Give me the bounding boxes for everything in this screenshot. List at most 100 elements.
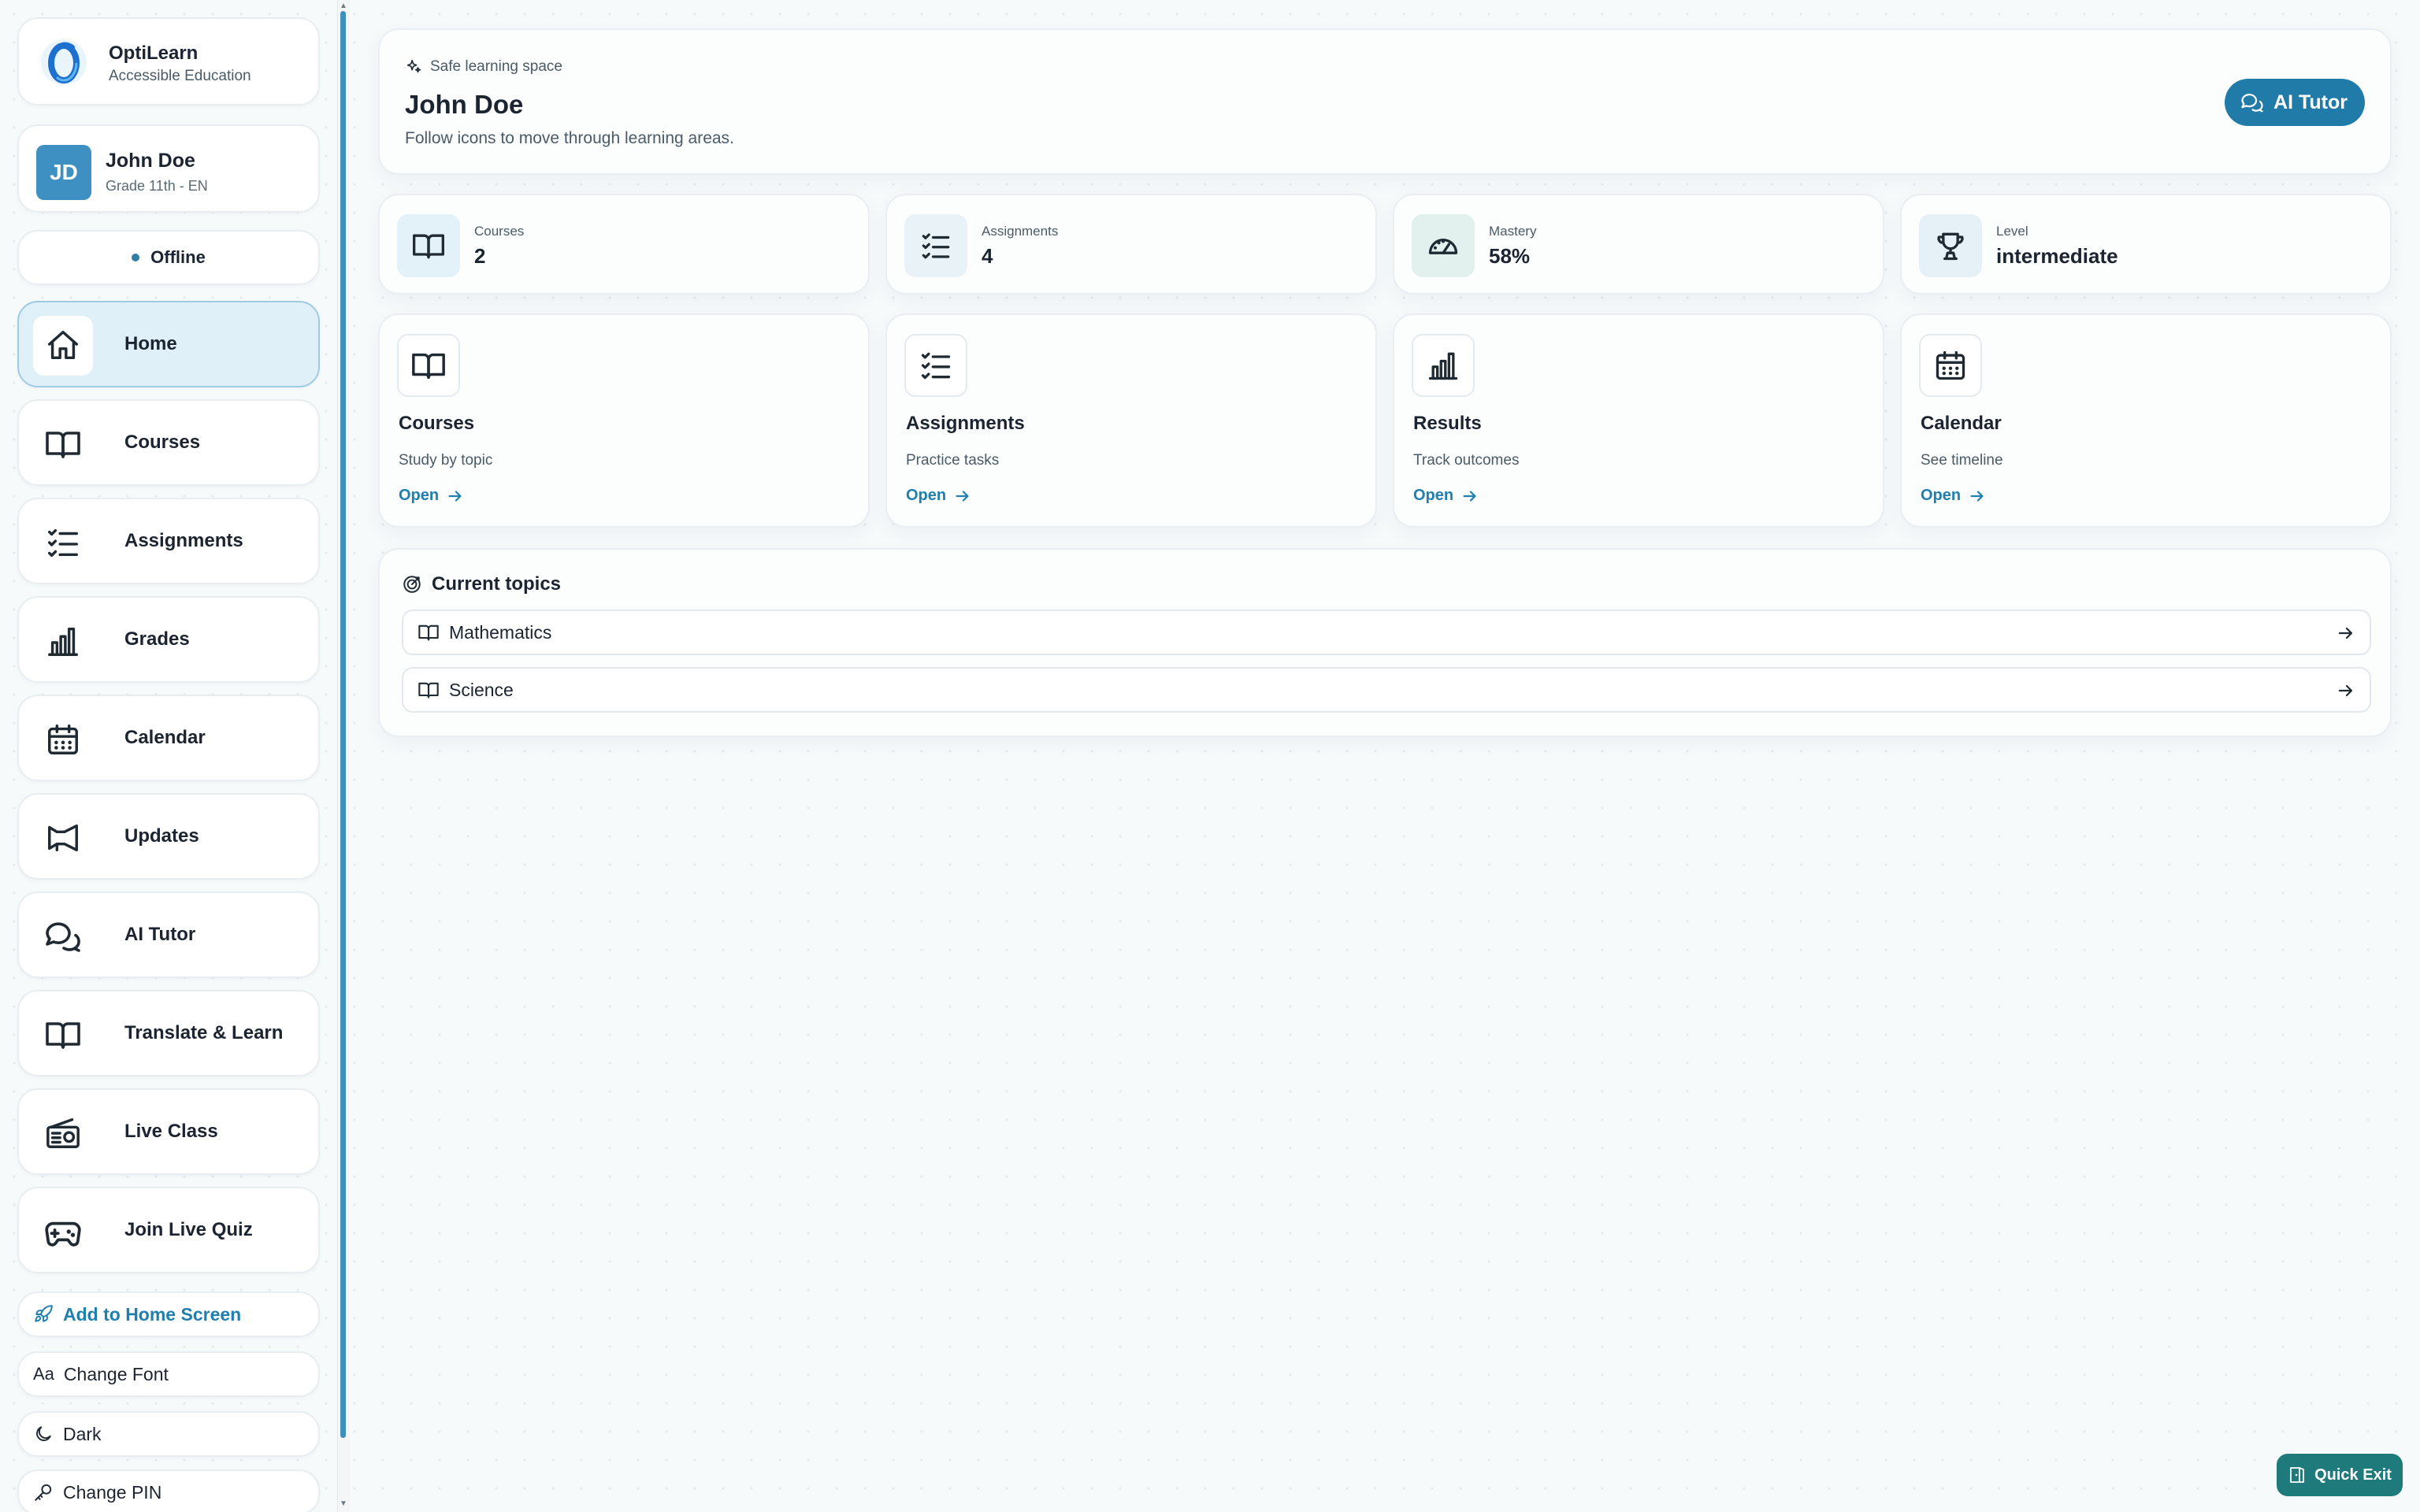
optilearn-logo-icon: [39, 38, 88, 87]
target-icon: [402, 574, 422, 595]
brand-card[interactable]: OptiLearn Accessible Education: [17, 17, 320, 106]
tile-title: Courses: [399, 413, 475, 434]
current-topics-title: Current topics: [432, 573, 562, 595]
change-pin-label: Change PIN: [63, 1481, 162, 1503]
change-font-label: Change Font: [63, 1363, 169, 1384]
avatar: JD: [36, 145, 91, 200]
arrow-right-icon: [2336, 681, 2355, 700]
current-topics-heading: Current topics: [402, 573, 561, 595]
bar-chart-icon: [33, 611, 93, 671]
checklist-icon: [33, 513, 93, 573]
scroll-down-arrow-icon[interactable]: ▼: [338, 1499, 349, 1509]
tile-courses[interactable]: Courses Study by topic Open: [378, 313, 870, 528]
arrow-right-icon: [1461, 487, 1479, 505]
sidebar-item-label: Updates: [124, 825, 199, 847]
sidebar-item-label: Live Class: [124, 1121, 218, 1142]
status-dot-icon: [132, 254, 140, 261]
chat-bubbles-icon: [33, 906, 93, 966]
change-pin-button[interactable]: Change PIN: [17, 1469, 320, 1512]
quick-exit-button[interactable]: Quick Exit: [2277, 1454, 2403, 1496]
arrow-right-icon: [1969, 487, 1986, 505]
arrow-right-icon: [447, 487, 464, 505]
trophy-icon: [1919, 214, 1982, 277]
tile-calendar[interactable]: Calendar See timeline Open: [1900, 313, 2392, 528]
sidebar: OptiLearn Accessible Education JD John D…: [0, 0, 343, 1512]
megaphone-icon: [33, 808, 93, 868]
tile-open-link[interactable]: Open: [399, 487, 464, 505]
stat-value: 4: [982, 244, 993, 268]
sidebar-item-grades[interactable]: Grades: [17, 596, 320, 683]
tile-description: See timeline: [1921, 452, 2003, 469]
calendar-icon: [1919, 334, 1982, 397]
tile-results[interactable]: Results Track outcomes Open: [1393, 313, 1884, 528]
stat-card-assignments: Assignments 4: [885, 194, 1377, 295]
sidebar-item-ai-tutor[interactable]: AI Tutor: [17, 891, 320, 978]
current-topics-panel: Current topics Mathematics Science: [378, 548, 2392, 737]
gamepad-icon: [33, 1202, 93, 1262]
sidebar-item-label: Calendar: [124, 727, 206, 748]
sidebar-item-label: Translate & Learn: [124, 1022, 284, 1043]
gauge-icon: [1412, 214, 1475, 277]
tile-title: Results: [1413, 413, 1482, 434]
moon-icon: [33, 1424, 54, 1444]
book-icon: [397, 214, 460, 277]
tile-open-link[interactable]: Open: [1413, 487, 1479, 505]
sidebar-item-translate-learn[interactable]: Translate & Learn: [17, 990, 320, 1077]
book-icon: [33, 414, 93, 474]
topic-name: Science: [449, 679, 514, 700]
theme-toggle-button[interactable]: Dark: [17, 1411, 320, 1457]
page-title: John Doe: [405, 90, 524, 119]
sidebar-item-label: Join Live Quiz: [124, 1219, 253, 1240]
open-label: Open: [1921, 487, 1962, 504]
radio-icon: [33, 1103, 93, 1163]
quick-exit-label: Quick Exit: [2314, 1466, 2392, 1484]
theme-label: Dark: [63, 1423, 102, 1444]
sidebar-item-courses[interactable]: Courses: [17, 399, 320, 486]
tile-assignments[interactable]: Assignments Practice tasks Open: [885, 313, 1377, 528]
status-label: Offline: [150, 247, 206, 267]
change-font-button[interactable]: Aa Change Font: [17, 1351, 320, 1397]
sidebar-item-updates[interactable]: Updates: [17, 793, 320, 880]
welcome-header: Safe learning space John Doe Follow icon…: [378, 28, 2392, 175]
sidebar-item-join-live-quiz[interactable]: Join Live Quiz: [17, 1187, 320, 1273]
stat-value: 2: [474, 244, 486, 268]
arrow-right-icon: [954, 487, 971, 505]
sidebar-item-calendar[interactable]: Calendar: [17, 695, 320, 781]
tile-open-link[interactable]: Open: [1921, 487, 1986, 505]
stat-label: Level: [1996, 224, 2028, 239]
sidebar-item-label: Home: [124, 333, 177, 354]
sparkle-icon: [405, 58, 422, 76]
sidebar-item-live-class[interactable]: Live Class: [17, 1088, 320, 1175]
ai-tutor-button-label: AI Tutor: [2273, 91, 2348, 113]
book-icon: [418, 621, 440, 643]
stat-value: 58%: [1489, 244, 1531, 268]
tile-description: Track outcomes: [1413, 452, 1520, 469]
page-description: Follow icons to move through learning ar…: [405, 129, 734, 147]
stat-label: Mastery: [1489, 224, 1537, 239]
tile-open-link[interactable]: Open: [906, 487, 971, 505]
topic-row-science[interactable]: Science: [402, 667, 2371, 713]
stat-card-courses: Courses 2: [378, 194, 870, 295]
open-label: Open: [1413, 487, 1454, 504]
topic-row-mathematics[interactable]: Mathematics: [402, 610, 2371, 655]
add-to-home-screen-button[interactable]: Add to Home Screen: [17, 1292, 320, 1337]
key-icon: [33, 1482, 54, 1503]
rocket-icon: [33, 1304, 54, 1325]
eyebrow-label: Safe learning space: [430, 58, 562, 75]
bar-chart-icon: [1412, 334, 1475, 397]
connection-status: Offline: [17, 230, 320, 285]
scroll-up-arrow-icon[interactable]: ▲: [338, 2, 349, 11]
sidebar-scrollbar-thumb[interactable]: [340, 11, 346, 1438]
tile-title: Assignments: [906, 413, 1025, 434]
safe-space-eyebrow: Safe learning space: [405, 58, 562, 76]
tile-description: Practice tasks: [906, 452, 1000, 469]
stat-label: Courses: [474, 224, 525, 239]
profile-name: John Doe: [106, 150, 195, 172]
open-label: Open: [399, 487, 440, 504]
ai-tutor-button[interactable]: AI Tutor: [2225, 79, 2365, 126]
topic-name: Mathematics: [449, 621, 552, 643]
sidebar-item-assignments[interactable]: Assignments: [17, 498, 320, 584]
profile-card[interactable]: JD John Doe Grade 11th - EN: [17, 124, 320, 213]
brand-name: OptiLearn: [109, 43, 199, 64]
sidebar-item-home[interactable]: Home: [17, 301, 320, 387]
